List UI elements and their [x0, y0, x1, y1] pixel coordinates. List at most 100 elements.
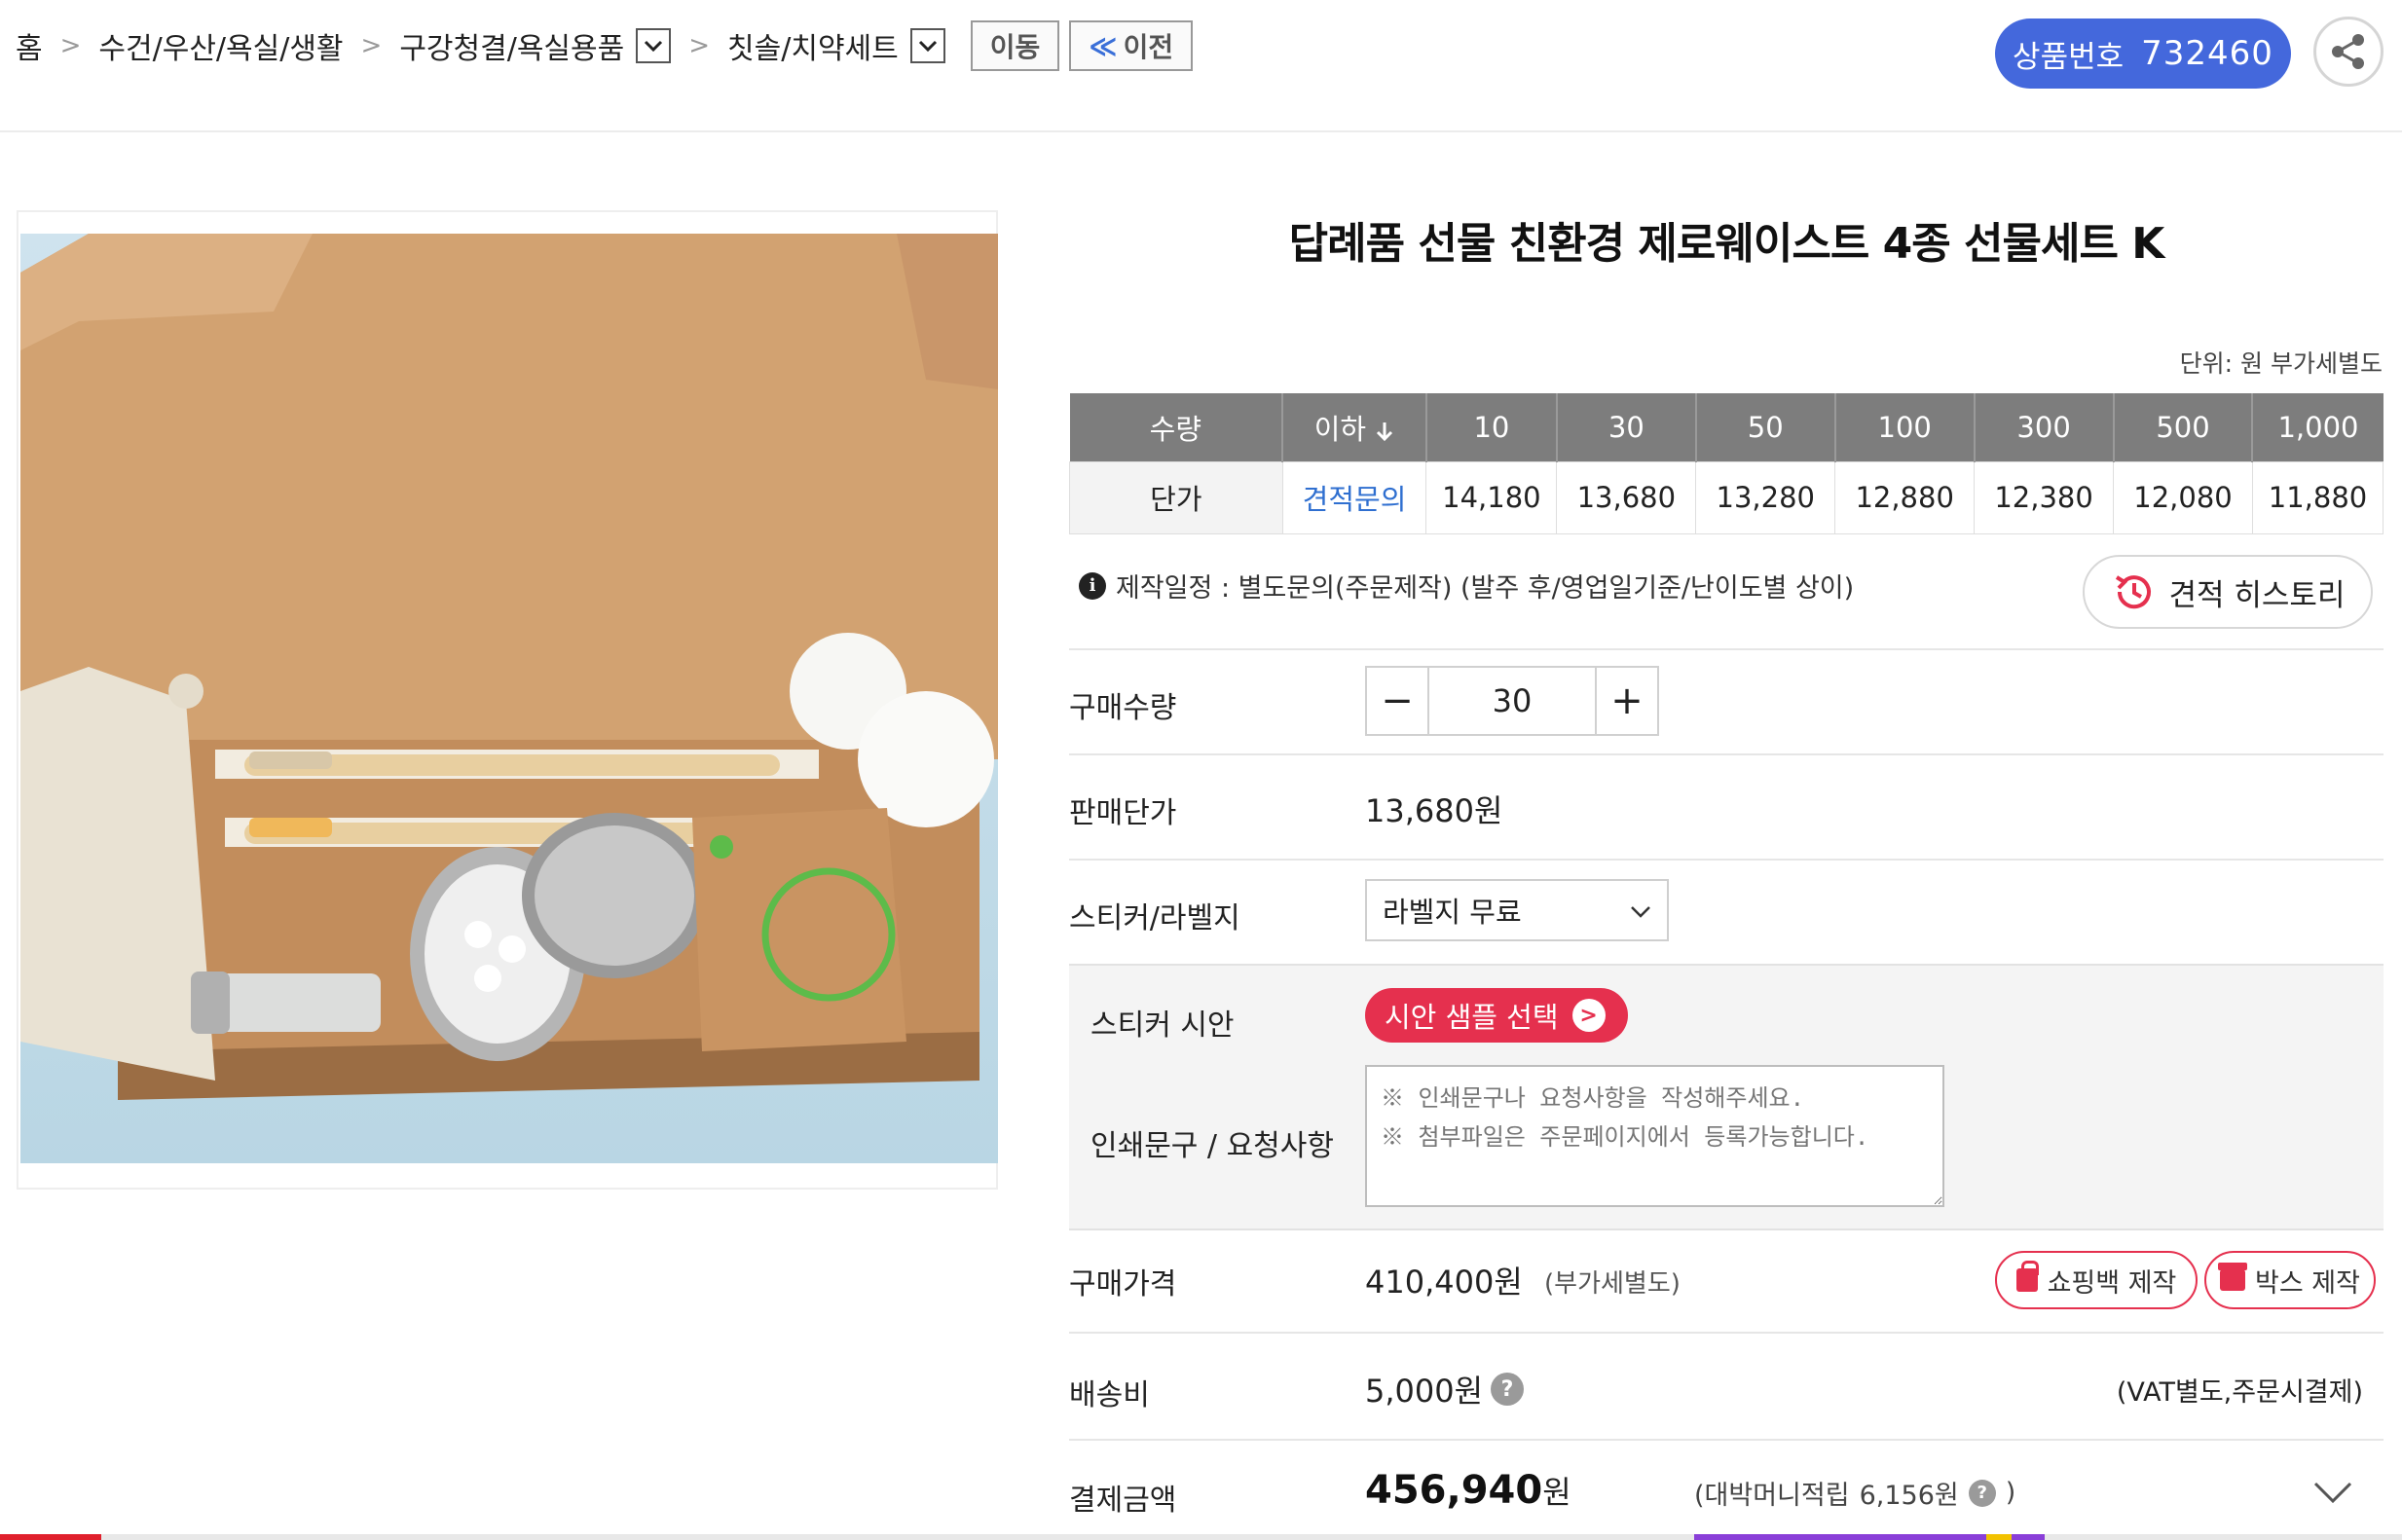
purchase-price-label: 구매가격 [1069, 1267, 1177, 1302]
sticker-row: 스티커/라벨지 [1069, 859, 2384, 935]
price-row-label: 단가 [1069, 460, 1283, 534]
chevron-right-icon: > [688, 31, 711, 60]
arrow-down-icon [1377, 422, 1393, 441]
quote-history-label: 견적 히스토리 [2168, 577, 2346, 613]
qty-header: 수량 [1069, 393, 1284, 461]
price-cell: 11,880 [2251, 460, 2384, 534]
price-cell: 12,880 [1834, 460, 1976, 534]
schedule-text: 제작일정 : 별도문의(주문제작) (발주 후/영업일기준/난이도별 상이) [1116, 573, 1855, 604]
shipping-row: 배송비 [1069, 1332, 2384, 1412]
shopping-bag-label: 쇼핑백 제작 [2047, 1267, 2177, 1299]
question-icon[interactable]: ? [1968, 1479, 1996, 1507]
share-button[interactable] [2313, 17, 2384, 87]
sticker-preview-label: 스티커 시안 [1090, 1008, 1235, 1043]
breadcrumb-level2[interactable]: 구강청결/욕실용품 [399, 24, 624, 67]
quote-history-button[interactable]: 견적 히스토리 [2083, 555, 2373, 629]
purchase-price-vat: (부가세별도) [1544, 1269, 1681, 1299]
total-unit: 원 [1542, 1474, 1571, 1511]
shipping-value-group: 5,000원 ? [1365, 1367, 1525, 1412]
price-cell: 13,680 [1556, 460, 1697, 534]
total-row: 결제금액 [1069, 1439, 2384, 1518]
breadcrumb-level3[interactable]: 칫솔/치약세트 [727, 24, 899, 67]
sample-select-label: 시안 샘플 선택 [1385, 1001, 1559, 1034]
below-label: 이하 [1313, 412, 1367, 446]
product-title: 답례품 선물 친환경 제로웨이스트 4종 선물세트 K [1288, 219, 2165, 269]
sticker-label: 스티커/라벨지 [1069, 901, 1240, 935]
top-bar: 홈 > 수건/우산/욕실/생활 > 구강청결/욕실용품 > 칫솔/치약세트 이동… [0, 0, 2402, 132]
price-table-row: 단가 견적문의 14,180 13,680 13,280 12,880 12,3… [1069, 460, 2384, 534]
shopping-bag-button[interactable]: 쇼핑백 제작 [1995, 1251, 2198, 1309]
question-icon[interactable]: ? [1491, 1373, 1525, 1406]
qty-col: 500 [2113, 393, 2254, 461]
print-request-label: 인쇄문구 / 요청사항 [1090, 1129, 1334, 1163]
total-value: 456,940 [1365, 1468, 1543, 1513]
chevron-right-icon: > [1571, 999, 1606, 1032]
qty-col: 300 [1974, 393, 2115, 461]
quantity-stepper: − 30 + [1365, 666, 1659, 736]
qty-col: 100 [1834, 393, 1976, 461]
product-image [17, 210, 998, 1190]
unit-price-value: 13,680원 [1365, 792, 1503, 829]
chevron-down-icon [1631, 906, 1650, 918]
unit-price-label: 판매단가 [1069, 796, 1177, 830]
purchase-qty-label: 구매수량 [1069, 691, 1177, 725]
chevron-right-icon: > [59, 31, 82, 60]
qty-col: 50 [1695, 393, 1836, 461]
quantity-input[interactable]: 30 [1429, 666, 1595, 736]
box-button[interactable]: 박스 제작 [2204, 1251, 2376, 1309]
total-label: 결제금액 [1069, 1484, 1177, 1518]
price-cell: 12,080 [2113, 460, 2253, 534]
ask-quote-link[interactable]: 견적문의 [1281, 460, 1427, 534]
purchase-price-value: 410,400원 [1365, 1264, 1523, 1301]
move-button[interactable]: 이동 [970, 20, 1060, 71]
plus-button[interactable]: + [1595, 666, 1659, 736]
prev-button[interactable]: ≪ 이전 [1069, 20, 1194, 71]
point-close: ) [2005, 1478, 2016, 1508]
shopping-bag-icon [2015, 1261, 2039, 1292]
price-cell: 13,280 [1695, 460, 1836, 534]
bottom-tab-indicator [0, 1534, 101, 1540]
qty-col: 30 [1556, 393, 1697, 461]
price-cell: 14,180 [1425, 460, 1558, 534]
qty-col: 10 [1425, 393, 1558, 461]
qty-col: 1,000 [2252, 393, 2384, 461]
prev-button-label: 이전 [1123, 31, 1174, 63]
price-cell: 12,380 [1974, 460, 2115, 534]
print-request-textarea[interactable] [1365, 1065, 1944, 1207]
point-value: 6,156원 [1859, 1481, 1959, 1511]
price-table: 수량 이하 10 30 50 100 300 500 1,000 단가 견적문의… [1069, 393, 2384, 534]
sticker-select[interactable]: 라벨지 무료 [1365, 879, 1669, 941]
info-icon: i [1079, 571, 1106, 600]
share-icon [2332, 34, 2364, 69]
chevron-down-icon[interactable] [2311, 1478, 2354, 1507]
breadcrumb-level1[interactable]: 수건/우산/욕실/생활 [98, 24, 343, 67]
bottom-tab-indicator [1986, 1534, 2012, 1540]
history-icon [2115, 575, 2151, 609]
product-number-value: 732460 [2141, 34, 2273, 73]
breadcrumb: 홈 > 수건/우산/욕실/생활 > 구강청결/욕실용품 > 칫솔/치약세트 이동… [16, 19, 1194, 72]
product-number-label: 상품번호 [2013, 39, 2125, 75]
purchase-qty-row: 구매수량 [1069, 648, 2384, 725]
schedule-note: i 제작일정 : 별도문의(주문제작) (발주 후/영업일기준/난이도별 상이) [1079, 567, 1854, 605]
double-chevron-left-icon: ≪ [1089, 29, 1118, 62]
chevron-down-icon[interactable] [909, 28, 945, 63]
box-label: 박스 제작 [2255, 1267, 2360, 1299]
point-group: (대박머니적립 6,156원 ? ) [1694, 1474, 2015, 1512]
unit-note: 단위: 원 부가세별도 [2179, 349, 2383, 378]
total-value-group: 456,940 원 [1365, 1468, 1571, 1513]
chevron-down-icon[interactable] [636, 28, 672, 63]
shipping-label: 배송비 [1069, 1378, 1150, 1412]
minus-button[interactable]: − [1365, 666, 1429, 736]
point-label: (대박머니적립 [1694, 1481, 1850, 1511]
chevron-right-icon: > [360, 31, 383, 60]
box-icon [2218, 1263, 2248, 1291]
shipping-value: 5,000원 [1365, 1373, 1484, 1410]
shipping-note: (VAT별도,주문시결제) [2116, 1377, 2363, 1408]
sticker-selected-value: 라벨지 무료 [1383, 896, 1522, 929]
product-number-badge: 상품번호 732460 [1995, 18, 2291, 89]
sample-select-button[interactable]: 시안 샘플 선택 > [1365, 988, 1628, 1043]
breadcrumb-home[interactable]: 홈 [16, 24, 43, 67]
price-table-header-row: 수량 이하 10 30 50 100 300 500 1,000 [1069, 393, 2384, 461]
unit-price-row: 판매단가 [1069, 753, 2384, 830]
below-header[interactable]: 이하 [1282, 393, 1427, 461]
